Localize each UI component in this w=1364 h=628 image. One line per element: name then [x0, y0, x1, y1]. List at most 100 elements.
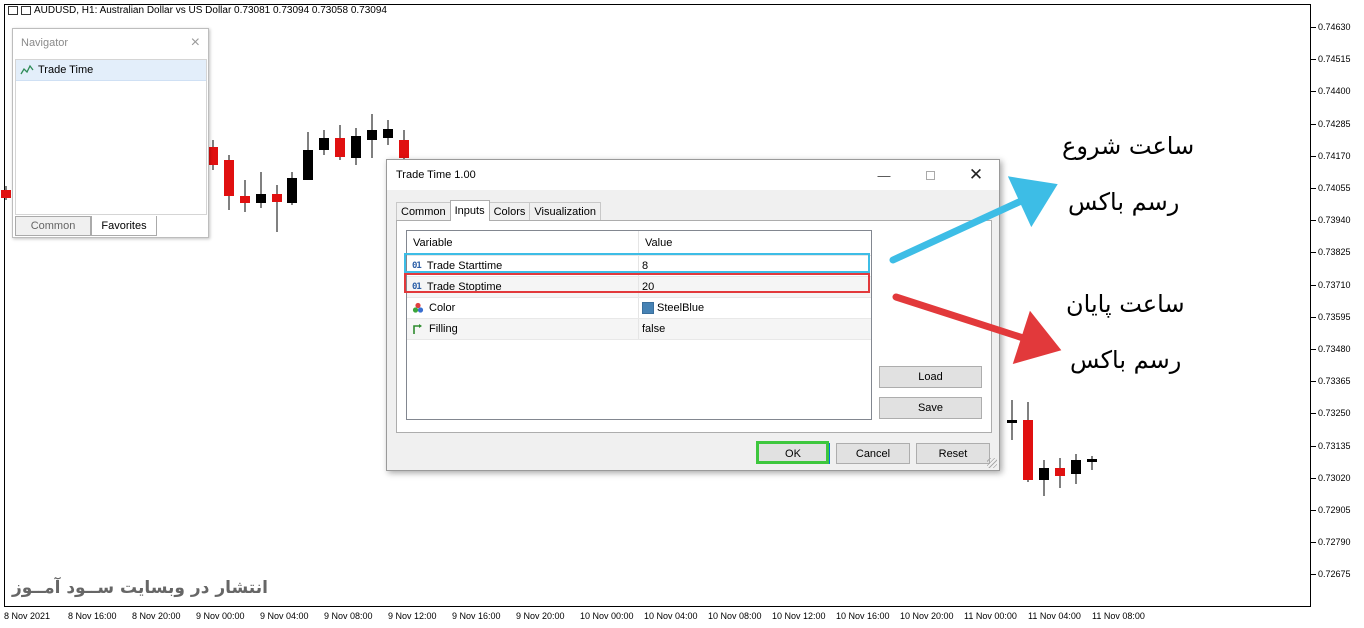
candle-body [224, 160, 234, 196]
tab-inputs[interactable]: Inputs [449, 200, 490, 221]
candle-body [319, 138, 329, 150]
candle-body [1, 190, 11, 198]
price-tick-label: 0.72675 [1311, 569, 1351, 580]
tab-visualization[interactable]: Visualization [529, 202, 601, 221]
time-tick-label: 11 Nov 00:00 [964, 611, 1017, 621]
highlight-stoptime [404, 273, 870, 293]
price-tick-label: 0.74515 [1311, 54, 1351, 65]
watermark: انتشار در وبسایت ســود آمــوز [12, 578, 268, 598]
candle-body [303, 150, 313, 180]
candle-body [208, 147, 218, 165]
load-button[interactable]: Load [879, 366, 982, 388]
time-tick-label: 9 Nov 20:00 [516, 611, 565, 621]
time-tick-label: 9 Nov 08:00 [324, 611, 373, 621]
annotation-start-line2: رسم باکس [1068, 188, 1180, 216]
tab-common[interactable]: Common [396, 202, 451, 221]
tab-colors[interactable]: Colors [488, 202, 531, 221]
time-tick-label: 9 Nov 16:00 [452, 611, 501, 621]
navigator-panel[interactable]: Navigator × Trade Time Common Favorites [12, 28, 209, 238]
candle-body [240, 196, 250, 203]
time-tick-label: 10 Nov 04:00 [644, 611, 698, 621]
price-tick-label: 0.74400 [1311, 86, 1351, 97]
time-tick-label: 10 Nov 08:00 [708, 611, 762, 621]
price-tick-label: 0.73480 [1311, 344, 1351, 354]
candle-body [1023, 420, 1033, 480]
dialog-tabs: Common Inputs Colors Visualization [396, 200, 601, 221]
cancel-button[interactable]: Cancel [836, 443, 910, 464]
bool-icon [413, 324, 422, 334]
time-tick-label: 9 Nov 04:00 [260, 611, 309, 621]
column-header-value[interactable]: Value [639, 231, 871, 255]
tab-common[interactable]: Common [15, 216, 91, 236]
price-tick-label: 0.73825 [1311, 247, 1351, 258]
chart-type-icon [21, 6, 31, 15]
navigator-header: Navigator × [13, 29, 208, 57]
color-swatch [642, 302, 654, 314]
resize-grip[interactable] [987, 458, 997, 468]
candle-body [1055, 468, 1065, 476]
candle-body [383, 129, 393, 138]
minimize-button[interactable]: — [861, 160, 907, 190]
candle-body [287, 178, 297, 203]
price-tick-label: 0.73135 [1311, 440, 1351, 451]
price-tick-label: 0.74630 [1311, 22, 1351, 32]
time-tick-label: 11 Nov 04:00 [1028, 611, 1081, 621]
navigator-tree: Trade Time [15, 59, 207, 215]
price-tick-label: 0.73710 [1311, 279, 1351, 290]
candle-body [399, 140, 409, 158]
candle-body [351, 136, 361, 158]
minimize-icon: — [877, 167, 891, 183]
time-tick-label: 10 Nov 16:00 [836, 611, 890, 621]
price-tick-label: 0.73365 [1311, 376, 1351, 387]
highlight-starttime [404, 253, 870, 273]
table-row[interactable]: Color SteelBlue [407, 298, 871, 319]
price-tick-label: 0.72790 [1311, 537, 1351, 548]
column-header-variable[interactable]: Variable [407, 231, 639, 255]
price-tick-label: 0.74055 [1311, 183, 1351, 193]
navigator-title: Navigator [21, 37, 69, 49]
time-tick-label: 10 Nov 20:00 [900, 611, 954, 621]
time-tick-label: 9 Nov 00:00 [196, 611, 245, 621]
time-tick-label: 8 Nov 2021 [4, 611, 51, 621]
dialog-title: Trade Time 1.00 [396, 169, 476, 181]
highlight-ok [756, 441, 829, 464]
annotation-end-line1: ساعت پایان [1066, 290, 1185, 318]
candle-body [272, 194, 282, 202]
time-tick-label: 10 Nov 00:00 [580, 611, 634, 621]
maximize-button[interactable] [907, 160, 953, 190]
annotation-start-line1: ساعت شروع [1062, 132, 1195, 160]
time-tick-label: 9 Nov 12:00 [388, 611, 437, 621]
save-button[interactable]: Save [879, 397, 982, 419]
candle-body [1071, 460, 1081, 474]
value-cell[interactable]: false [639, 319, 871, 339]
time-tick-label: 8 Nov 20:00 [132, 611, 181, 621]
navigator-item-trade-time[interactable]: Trade Time [16, 60, 206, 81]
tab-favorites[interactable]: Favorites [91, 216, 157, 236]
chart-title: AUDUSD, H1: Australian Dollar vs US Doll… [8, 5, 387, 16]
time-tick-label: 8 Nov 16:00 [68, 611, 117, 621]
candle-body [1007, 420, 1017, 423]
candle-body [256, 194, 266, 203]
price-tick-label: 0.74170 [1311, 150, 1351, 161]
table-row[interactable]: Filling false [407, 319, 871, 340]
indicator-properties-dialog[interactable]: Trade Time 1.00 — ✕ Common Inputs Colors… [386, 159, 1000, 471]
price-tick-label: 0.73020 [1311, 472, 1351, 483]
maximize-icon [925, 170, 935, 180]
indicator-icon [20, 64, 34, 75]
price-tick-label: 0.72905 [1311, 505, 1351, 515]
dialog-titlebar[interactable]: Trade Time 1.00 — ✕ [387, 160, 999, 190]
color-icon [412, 302, 424, 313]
candle-body [1039, 468, 1049, 480]
candle-body [335, 138, 345, 157]
time-tick-label: 10 Nov 12:00 [772, 611, 826, 621]
value-cell[interactable]: SteelBlue [639, 298, 871, 318]
inputs-panel: Variable Value 01 Trade Starttime 8 01 Tra… [396, 220, 992, 433]
reset-button[interactable]: Reset [916, 443, 990, 464]
price-tick-label: 0.73595 [1311, 311, 1351, 322]
close-icon[interactable]: × [191, 35, 200, 51]
close-button[interactable]: ✕ [953, 160, 999, 190]
price-tick-label: 0.74285 [1311, 118, 1351, 129]
time-tick-label: 11 Nov 08:00 [1092, 611, 1145, 621]
candle-body [367, 130, 377, 140]
annotation-end-line2: رسم باکس [1070, 346, 1182, 374]
